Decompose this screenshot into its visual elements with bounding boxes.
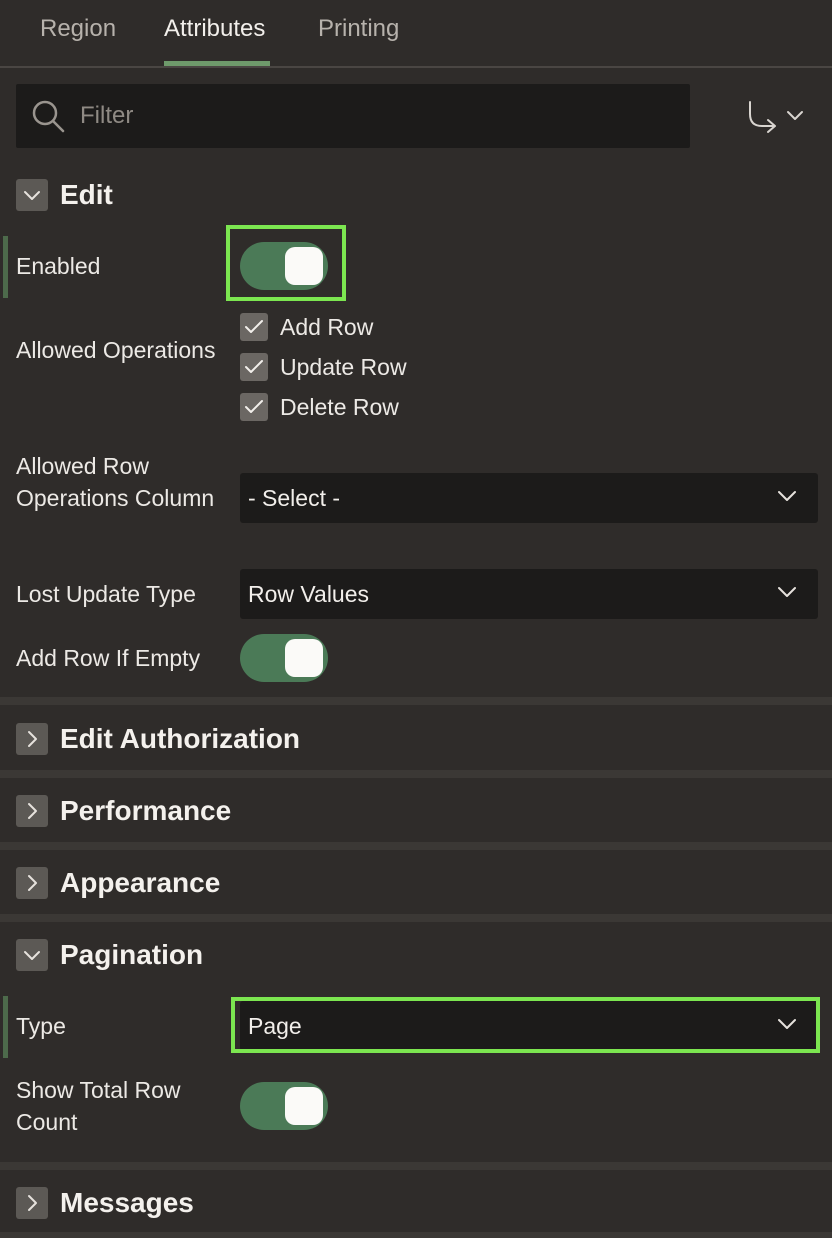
modified-indicator xyxy=(3,236,8,298)
section-title: Messages xyxy=(60,1187,194,1218)
switch-knob xyxy=(285,1087,323,1125)
chevron-right-icon xyxy=(28,1195,37,1211)
chevron-right-icon xyxy=(28,731,37,747)
chevron-right-icon xyxy=(28,875,37,891)
tab-attributes[interactable]: Attributes xyxy=(164,14,265,44)
expand-toggle[interactable] xyxy=(16,723,48,755)
section-messages-header[interactable]: Messages xyxy=(0,1170,832,1232)
section-title: Pagination xyxy=(60,939,204,970)
switch-knob xyxy=(285,639,323,677)
delete-row-checkbox[interactable] xyxy=(240,393,268,421)
tab-region[interactable]: Region xyxy=(40,14,116,44)
section-divider xyxy=(0,842,832,850)
show-total-row-count-switch[interactable] xyxy=(240,1082,328,1130)
section-edit-authorization-header[interactable]: Edit Authorization xyxy=(0,706,832,768)
tab-bar xyxy=(0,0,832,68)
section-divider xyxy=(0,770,832,778)
section-divider xyxy=(0,1232,832,1238)
update-row-checkbox[interactable] xyxy=(240,353,268,381)
lost-update-type-select[interactable]: Row Values xyxy=(240,569,818,619)
chevron-down-icon xyxy=(778,587,796,597)
enabled-switch[interactable] xyxy=(240,242,328,290)
section-divider xyxy=(0,697,832,705)
add-row-if-empty-label: Add Row If Empty xyxy=(16,645,201,671)
show-total-row-count-label: Show Total Row Count xyxy=(16,1077,181,1135)
chevron-right-icon xyxy=(28,803,37,819)
expand-toggle[interactable] xyxy=(16,1187,48,1219)
tab-printing[interactable]: Printing xyxy=(318,14,399,44)
chevron-down-icon xyxy=(778,491,796,501)
add-row-checkbox[interactable] xyxy=(240,313,268,341)
check-icon xyxy=(245,360,263,373)
lost-update-type-label: Lost Update Type xyxy=(16,581,196,607)
expand-toggle[interactable] xyxy=(16,795,48,827)
highlight-box xyxy=(231,997,820,1053)
section-title: Performance xyxy=(60,795,232,826)
select-value: Row Values xyxy=(248,581,370,607)
active-tab-indicator xyxy=(164,61,270,66)
section-divider xyxy=(0,914,832,922)
collapse-toggle[interactable] xyxy=(16,179,48,211)
check-icon xyxy=(245,400,263,413)
switch-knob xyxy=(285,247,323,285)
add-row-if-empty-switch[interactable] xyxy=(240,634,328,682)
delete-row-label[interactable]: Delete Row xyxy=(280,393,399,421)
collapse-toggle[interactable] xyxy=(16,939,48,971)
go-to-group-menu-icon[interactable] xyxy=(738,98,814,138)
update-row-label[interactable]: Update Row xyxy=(280,353,407,381)
row-operations-column-label: Allowed Row Operations Column xyxy=(16,453,215,511)
row-operations-column-select[interactable]: - Select - xyxy=(240,473,818,523)
enabled-label: Enabled xyxy=(16,253,101,279)
filter-box xyxy=(16,84,690,148)
section-title: Edit Authorization xyxy=(60,723,301,754)
section-divider xyxy=(0,1162,832,1170)
section-appearance-header[interactable]: Appearance xyxy=(0,850,832,912)
section-performance-header[interactable]: Performance xyxy=(0,778,832,840)
pagination-type-label: Type xyxy=(16,1013,66,1039)
chevron-down-icon xyxy=(24,191,40,200)
section-pagination-header[interactable]: Pagination xyxy=(0,922,832,984)
section-title: Edit xyxy=(60,179,113,210)
section-title: Appearance xyxy=(60,867,221,898)
section-edit-header[interactable]: Edit xyxy=(0,166,832,228)
select-value: - Select - xyxy=(248,485,341,511)
chevron-down-icon xyxy=(24,951,40,960)
search-icon xyxy=(32,100,65,133)
expand-toggle[interactable] xyxy=(16,867,48,899)
filter-input[interactable] xyxy=(80,84,670,148)
modified-indicator xyxy=(3,996,8,1058)
check-icon xyxy=(245,320,263,333)
add-row-label[interactable]: Add Row xyxy=(280,313,373,341)
allowed-operations-label: Allowed Operations xyxy=(16,337,216,363)
